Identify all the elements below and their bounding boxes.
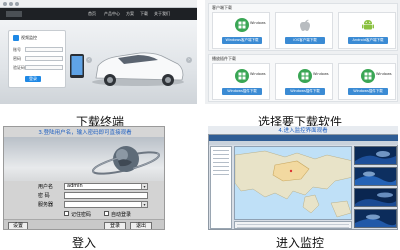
download-button[interactable]: iOS客户端下载 [285, 37, 325, 44]
window-button-icon[interactable] [3, 2, 7, 6]
username-label: 用户名 [38, 184, 54, 190]
windows-icon [235, 68, 249, 83]
browser-chrome [0, 0, 197, 8]
apple-icon [298, 17, 312, 31]
password-field[interactable] [25, 56, 63, 61]
carousel-dots [118, 96, 148, 99]
device-tree[interactable] [210, 146, 232, 229]
video-tile[interactable] [354, 146, 397, 165]
card-label: Windows [250, 72, 266, 76]
video-tile[interactable] [354, 188, 397, 207]
monitor-window [208, 134, 398, 230]
download-button[interactable]: Android客户端下载 [348, 37, 388, 44]
software-card[interactable]: Windows Windows插件下载 [338, 63, 396, 100]
exit-button[interactable]: 退出 [130, 222, 152, 229]
login-button[interactable]: 登录 [25, 76, 41, 82]
brand-name: 视频监控 [21, 35, 37, 40]
software-download-screenshot: 客户端下载 Windows Windows客户端下载 iOS客户端下载 Andr… [205, 0, 400, 104]
plugin-download-section: 播放插件下载 Windows Windows插件下载 Windows Windo… [208, 54, 398, 102]
world-map [235, 150, 351, 218]
globe-icon [91, 146, 161, 175]
nav-item-solutions[interactable]: 方案 [126, 11, 134, 17]
auto-login-label: 自动登录 [111, 212, 132, 218]
user-field[interactable] [25, 47, 63, 52]
video-tile[interactable] [354, 209, 397, 228]
nav-item-about[interactable]: 关于我们 [154, 11, 170, 17]
nav-item-products[interactable]: 产品中心 [104, 11, 120, 17]
username-input[interactable]: admin ▾ [64, 183, 148, 190]
caption-monitor: 进入监控 [275, 236, 324, 250]
captcha-label: 验证码 [13, 65, 25, 70]
nav-item-download[interactable]: 下载 [140, 11, 148, 17]
section-title: 播放插件下载 [212, 56, 236, 61]
card-label: Windows [313, 72, 329, 76]
caption-login: 登入 [71, 236, 96, 250]
download-page-screenshot: 首页 产品中心 方案 下载 关于我们 视频监控 账号 密码 验证码 登录 ‹ › [0, 0, 197, 104]
remember-password-label: 记住密码 [71, 212, 92, 218]
card-label: Windows [250, 21, 266, 25]
carousel-prev-icon[interactable]: ‹ [86, 57, 92, 63]
software-card[interactable]: iOS客户端下载 [275, 12, 333, 49]
login-button[interactable]: 登录 [104, 222, 126, 229]
menu-bar [209, 141, 398, 145]
dialog-button-bar: 设置 登录 退出 [4, 219, 164, 229]
captcha-field[interactable] [25, 65, 63, 70]
windows-icon [298, 68, 312, 83]
auto-login-checkbox[interactable] [104, 211, 109, 216]
password-label: 密码 [13, 56, 21, 61]
monitor-screenshot: 4.进入监控界面观看 [208, 126, 398, 230]
window-button-icon[interactable] [9, 2, 13, 6]
download-button[interactable]: Windows插件下载 [285, 88, 325, 95]
map-view[interactable] [234, 146, 352, 220]
windows-icon [235, 17, 249, 32]
software-card[interactable]: Windows Windows插件下载 [212, 63, 270, 100]
site-nav-bar: 首页 产品中心 方案 下载 关于我们 [0, 8, 197, 20]
windows-icon [361, 68, 375, 83]
android-icon [361, 17, 375, 31]
server-select[interactable]: ▾ [64, 201, 148, 208]
status-panel [234, 221, 352, 229]
window-button-icon[interactable] [15, 2, 19, 6]
login-form: 用户名 admin ▾ 密 码 服务器 ▾ 记住密码 自动登录 [4, 181, 164, 219]
password-input[interactable] [64, 192, 148, 199]
card-label: Windows [376, 72, 392, 76]
settings-button[interactable]: 设置 [8, 222, 28, 229]
chevron-down-icon[interactable]: ▾ [141, 184, 147, 189]
brand-logo-icon [13, 35, 19, 41]
download-button[interactable]: Windows插件下载 [222, 88, 262, 95]
login-card: 视频监控 账号 密码 验证码 登录 [8, 30, 66, 88]
carousel-next-icon[interactable]: › [186, 57, 192, 63]
download-button[interactable]: Windows插件下载 [348, 88, 388, 95]
chevron-down-icon[interactable]: ▾ [141, 202, 147, 207]
software-card[interactable]: Android客户端下载 [338, 12, 396, 49]
site-logo [6, 11, 22, 17]
nav-item-home[interactable]: 首页 [88, 11, 96, 17]
login-instruction: 3.登陆用户名，输入密码即可直接观看 [38, 130, 132, 136]
software-card[interactable]: Windows Windows客户端下载 [212, 12, 270, 49]
password-label: 密 码 [38, 193, 50, 199]
remember-password-checkbox[interactable] [64, 211, 69, 216]
monitor-instruction: 4.进入监控界面观看 [278, 128, 328, 134]
username-value: admin [67, 183, 83, 189]
user-label: 账号 [13, 47, 21, 52]
server-label: 服务器 [38, 202, 54, 208]
section-title: 客户端下载 [212, 5, 232, 10]
client-download-section: 客户端下载 Windows Windows客户端下载 iOS客户端下载 Andr… [208, 3, 398, 51]
video-panels [354, 146, 397, 229]
software-card[interactable]: Windows Windows插件下载 [275, 63, 333, 100]
video-tile[interactable] [354, 167, 397, 186]
download-button[interactable]: Windows客户端下载 [222, 37, 262, 44]
login-banner [4, 137, 164, 181]
login-dialog-screenshot: 3.登陆用户名，输入密码即可直接观看 用户名 admin ▾ 密 码 服务器 ▾ … [3, 126, 165, 230]
